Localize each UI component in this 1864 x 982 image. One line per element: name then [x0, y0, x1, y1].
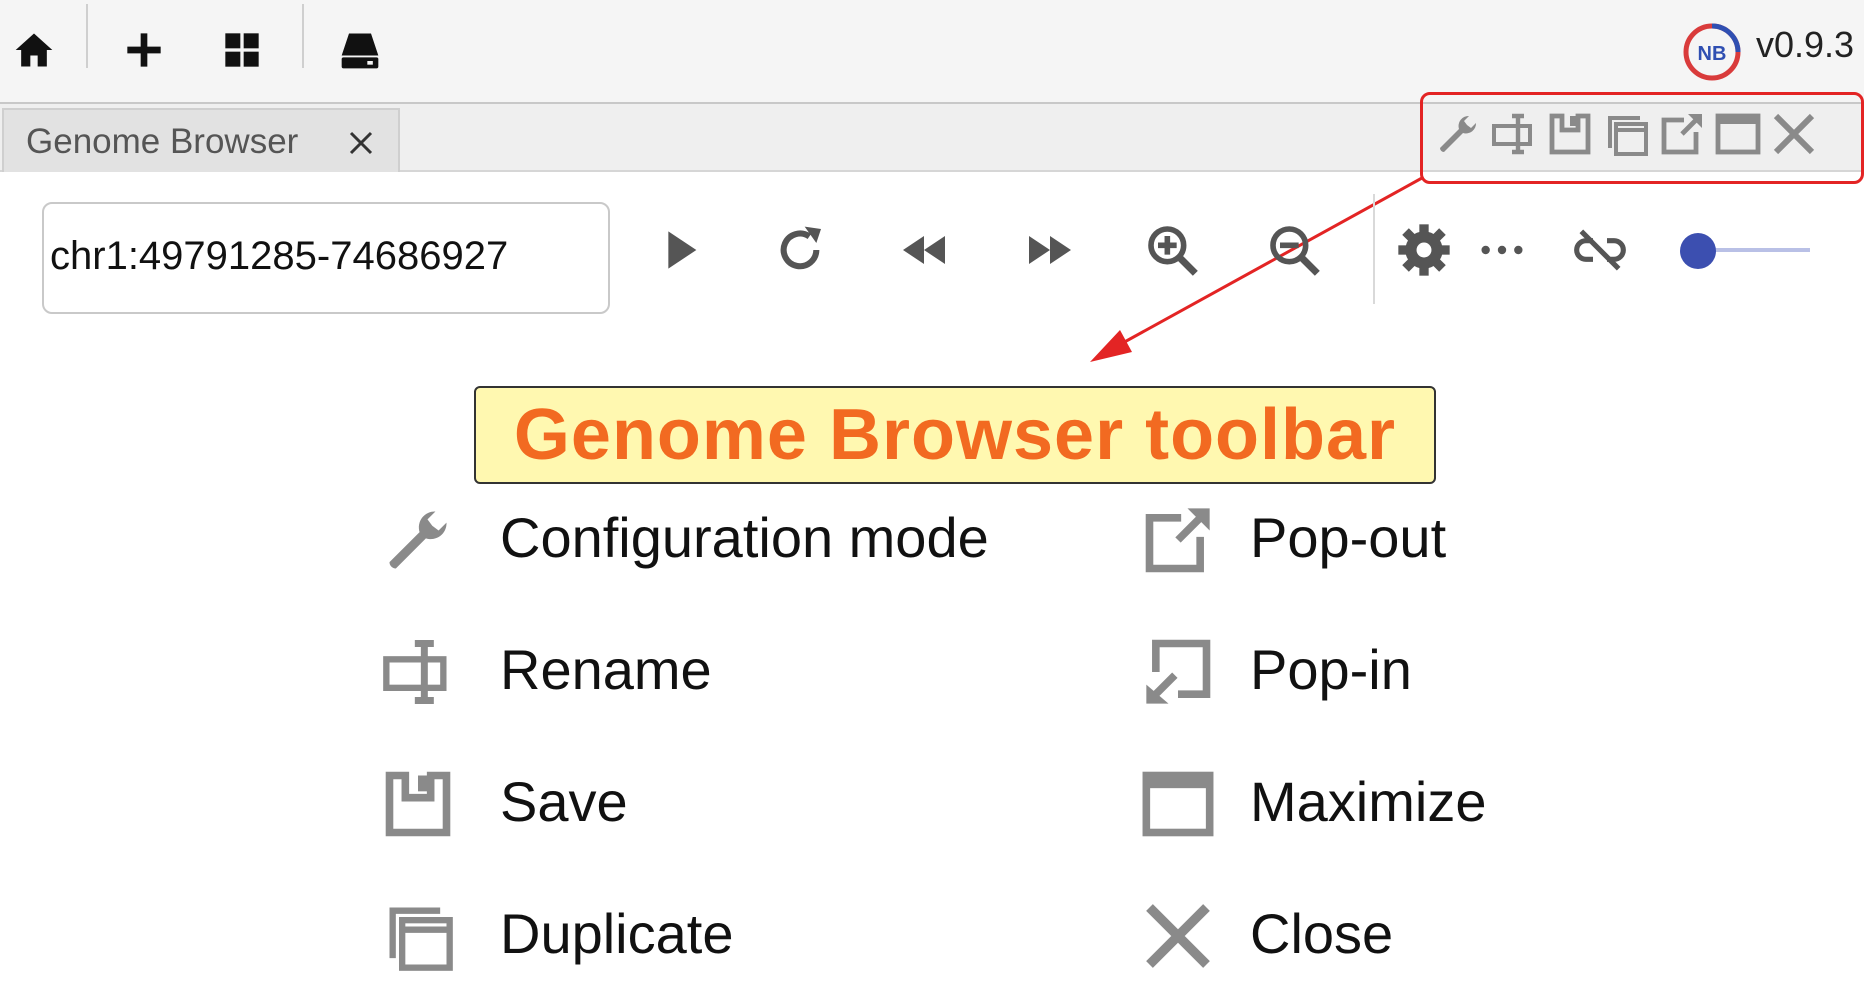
tab-genome-browser[interactable]: Genome Browser [2, 108, 400, 172]
legend-label: Close [1250, 902, 1394, 965]
tab-title: Genome Browser [26, 122, 299, 161]
save-icon [380, 766, 456, 842]
duplicate-icon [380, 898, 456, 974]
refresh-icon[interactable] [772, 222, 828, 278]
rewind-icon[interactable] [896, 222, 952, 278]
settings-icon[interactable] [1396, 222, 1452, 278]
toolbar-separator [302, 4, 304, 68]
wrench-icon [380, 502, 456, 578]
app-logo-icon: NB [1682, 22, 1742, 82]
locus-input[interactable]: chr1:49791285-74686927 [42, 202, 610, 314]
play-icon[interactable] [652, 222, 708, 278]
pop-out-icon [1140, 502, 1216, 578]
fast-forward-icon[interactable] [1022, 222, 1078, 278]
callout-box: Genome Browser toolbar [474, 386, 1436, 484]
rename-icon [380, 634, 456, 710]
legend-label: Pop-out [1250, 506, 1447, 569]
unlink-icon[interactable] [1572, 222, 1628, 278]
legend-label: Configuration mode [500, 506, 989, 569]
annotation-arrow [1090, 176, 1423, 362]
legend-label: Pop-in [1250, 638, 1412, 701]
home-icon[interactable] [2, 18, 66, 82]
more-icon[interactable] [1474, 222, 1530, 278]
toolbar-highlight-box [1420, 92, 1864, 184]
storage-icon[interactable] [328, 18, 392, 82]
add-icon[interactable] [112, 18, 176, 82]
callout-text: Genome Browser toolbar [513, 395, 1397, 475]
pop-in-icon [1140, 634, 1216, 710]
maximize-icon [1140, 766, 1216, 842]
zoom-out-icon[interactable] [1266, 222, 1322, 278]
grid-icon[interactable] [210, 18, 274, 82]
tab-close-icon[interactable] [346, 128, 376, 158]
version-label: v0.9.3 [1756, 24, 1855, 65]
app-top-bar: NB v0.9.3 [0, 0, 1864, 104]
close-icon [1140, 898, 1216, 974]
toolbar-separator [86, 4, 88, 68]
legend-label: Maximize [1250, 770, 1487, 833]
zoom-slider-handle[interactable] [1680, 233, 1716, 269]
svg-text:NB: NB [1698, 43, 1727, 65]
legend-label: Rename [500, 638, 712, 701]
legend-label: Duplicate [500, 902, 734, 965]
zoom-in-icon[interactable] [1144, 222, 1200, 278]
zoom-slider-track[interactable] [1700, 248, 1810, 252]
toolbar-separator [1373, 194, 1375, 304]
legend-label: Save [500, 770, 628, 833]
